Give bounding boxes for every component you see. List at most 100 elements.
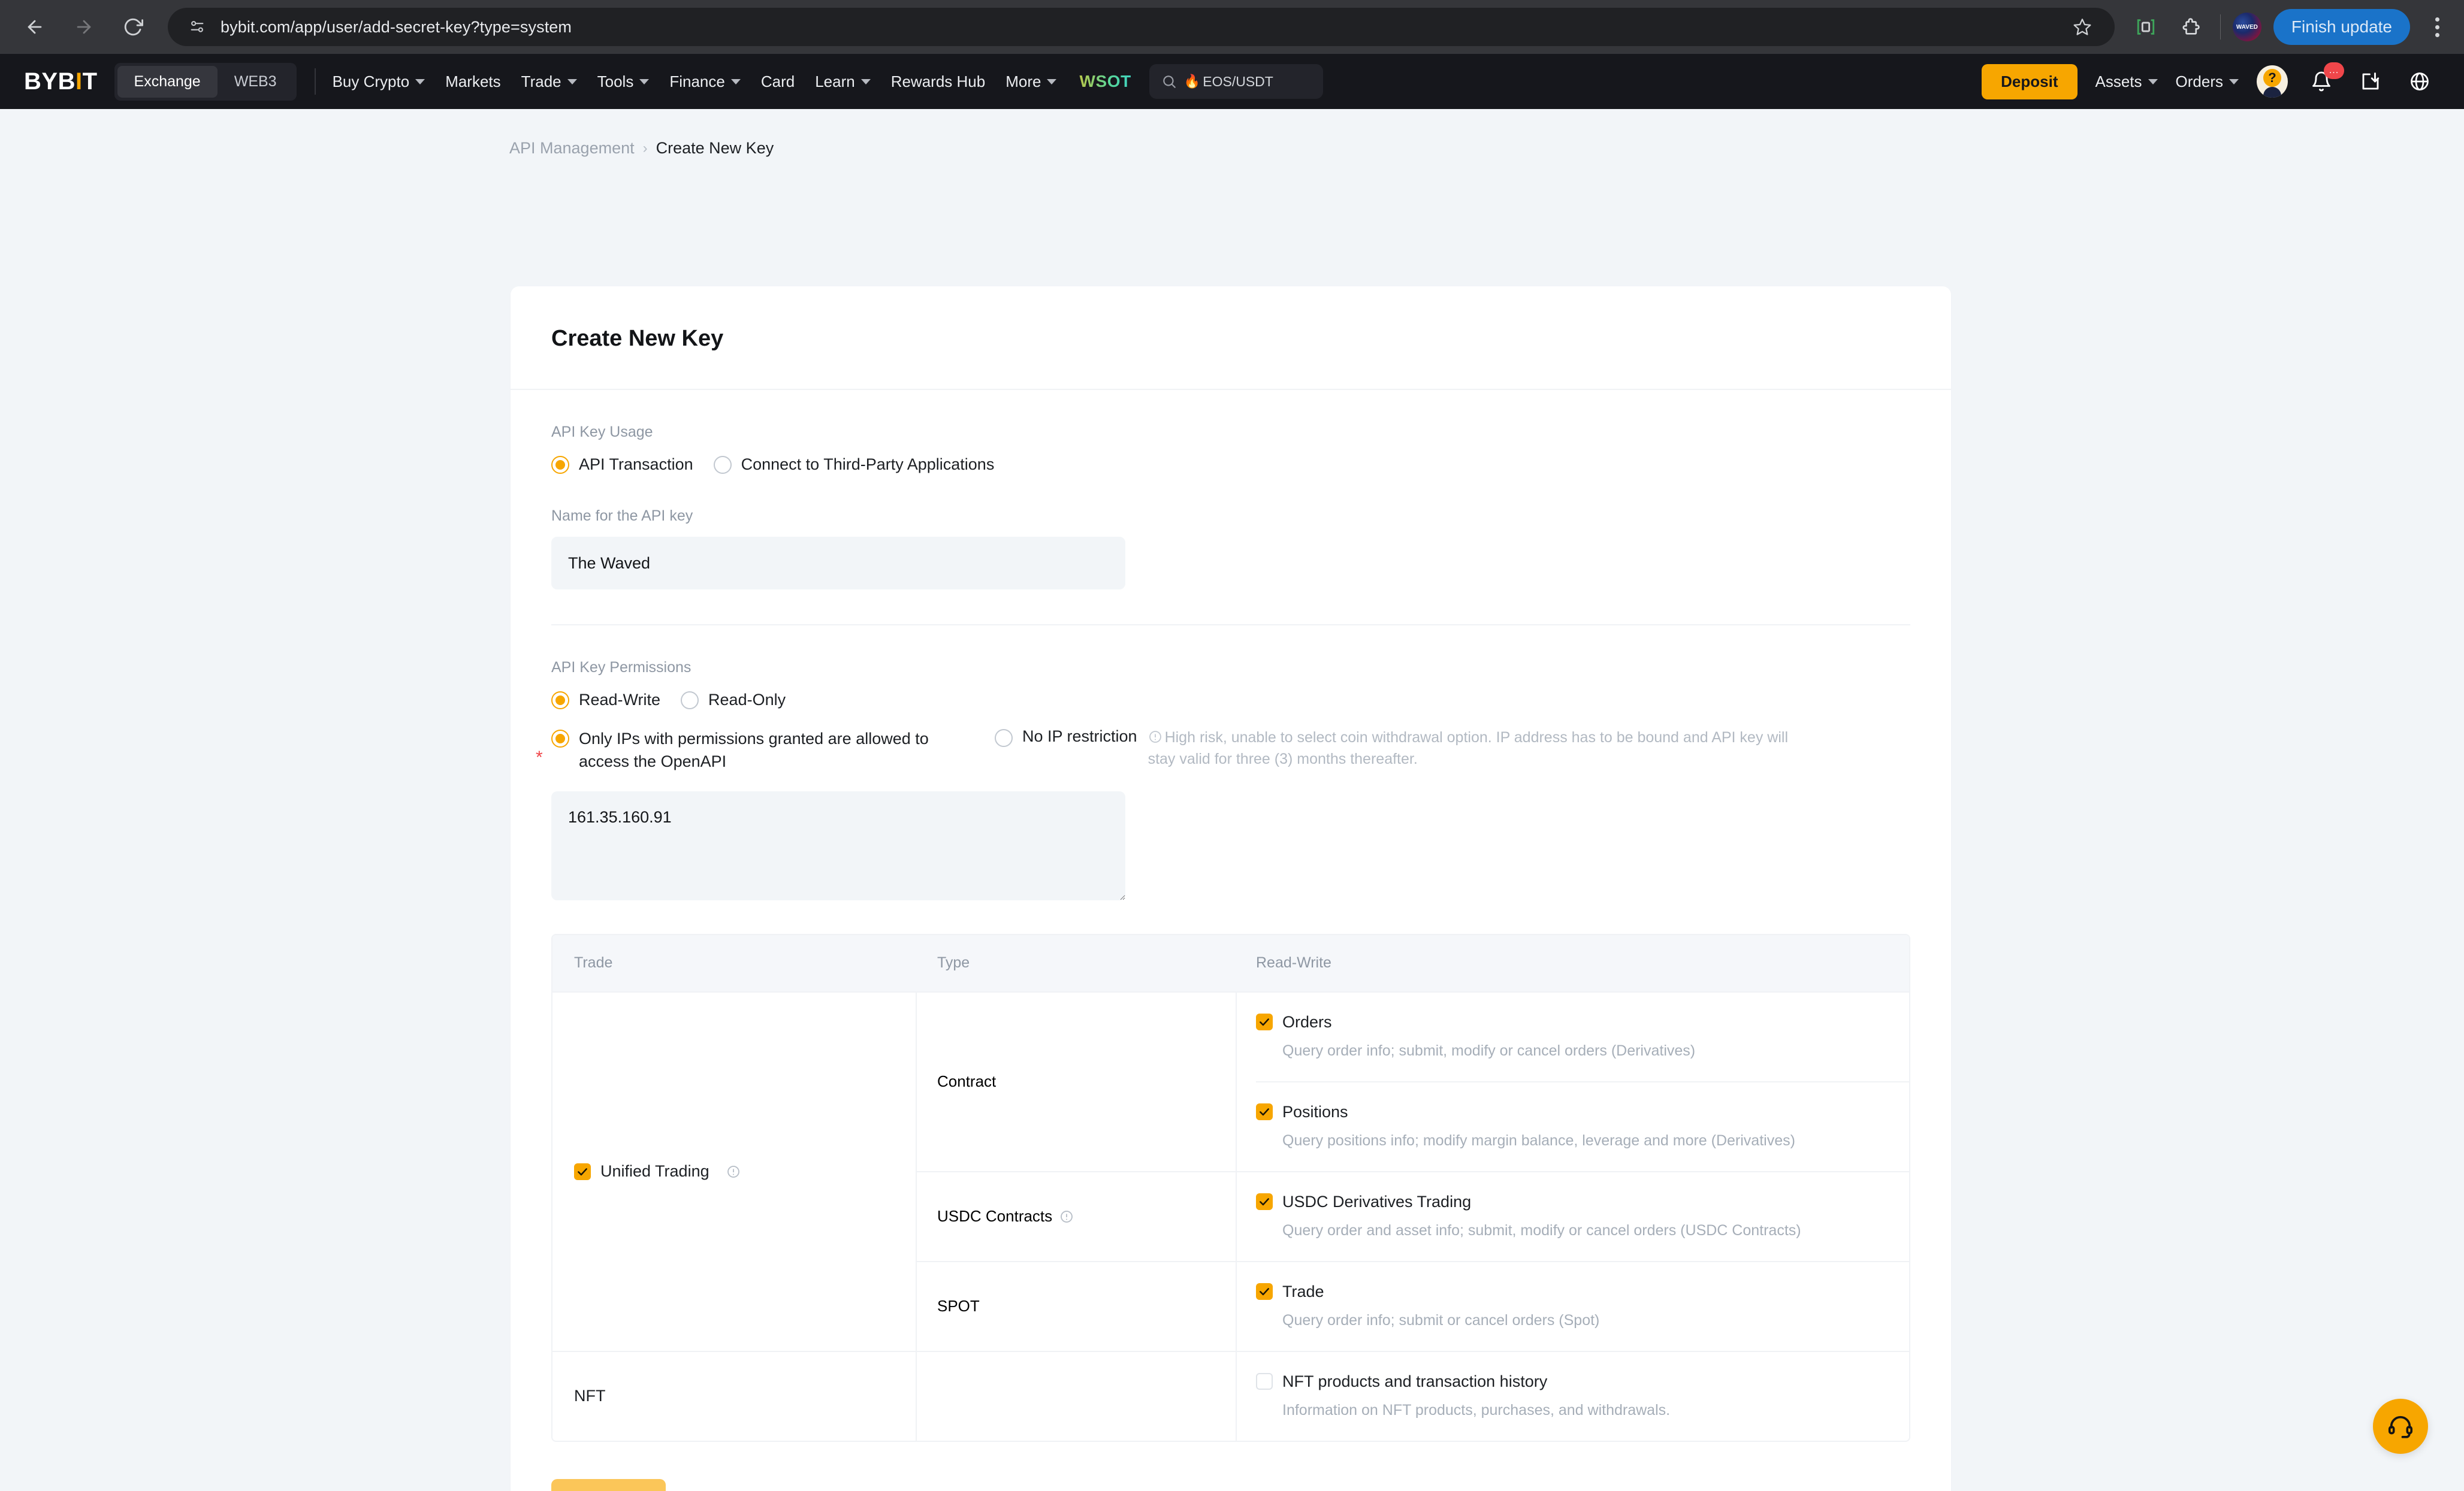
profile-avatar[interactable]: WAVED [2232, 13, 2261, 41]
type-label: USDC Contracts [937, 1207, 1053, 1226]
page-title: Create New Key [551, 326, 724, 351]
submit-button[interactable]: Submit [551, 1478, 666, 1491]
checkbox-trade[interactable]: Trade [1256, 1283, 1909, 1301]
radio-ip-restricted[interactable]: Only IPs with permissions granted are al… [551, 727, 995, 773]
nav-trade[interactable]: Trade [521, 72, 577, 91]
tab-exchange[interactable]: Exchange [117, 65, 218, 98]
radio-label: API Transaction [579, 455, 693, 473]
type-row-contract: Contract Orders Query order info; submit… [917, 992, 1909, 1172]
nav-markets[interactable]: Markets [445, 72, 500, 91]
support-chat-button[interactable] [2373, 1399, 2428, 1454]
deposit-button[interactable]: Deposit [1982, 63, 2078, 99]
nav-orders[interactable]: Orders [2176, 72, 2239, 91]
forward-arrow-icon[interactable] [61, 4, 107, 50]
nav-card[interactable]: Card [761, 72, 795, 91]
radio-indicator [681, 691, 699, 709]
radio-no-ip-restriction[interactable]: No IP restriction [995, 727, 1137, 747]
bybit-navbar: BYB I T Exchange WEB3 Buy Crypto Markets T… [0, 54, 2464, 109]
help-avatar-icon[interactable]: ? [2257, 65, 2288, 98]
toolbar-divider [2220, 14, 2221, 40]
logo-tail: T [82, 68, 98, 95]
radio-api-transaction[interactable]: API Transaction [551, 455, 693, 474]
bybit-logo[interactable]: BYB I T [24, 68, 98, 95]
nav-label: Assets [2095, 72, 2142, 90]
type-label: SPOT [937, 1297, 980, 1315]
permission-mode-group: Read-Write Read-Only [551, 691, 1910, 709]
nav-label: Markets [445, 72, 501, 90]
search-icon [1161, 74, 1177, 89]
breadcrumb-current: Create New Key [656, 139, 774, 157]
globe-language-icon[interactable] [2404, 66, 2435, 97]
market-search[interactable]: 🔥 EOS/USDT [1149, 64, 1323, 99]
extensions-puzzle-icon[interactable] [2175, 10, 2208, 44]
reload-icon[interactable] [110, 4, 156, 50]
table-row: Unified Trading Contract Orders Query or… [552, 991, 1909, 1351]
type-name-cell: SPOT [917, 1262, 1237, 1351]
headset-support-icon [2388, 1416, 2413, 1438]
nav-rewards-hub[interactable]: Rewards Hub [891, 72, 986, 91]
site-settings-icon[interactable] [183, 13, 211, 41]
checkbox-nft-products[interactable]: NFT products and transaction history [1256, 1372, 1909, 1391]
nav-label: Orders [2175, 72, 2223, 90]
nav-finance[interactable]: Finance [669, 72, 741, 91]
nav-buy-crypto[interactable]: Buy Crypto [333, 72, 425, 91]
address-bar[interactable]: bybit.com/app/user/add-secret-key?type=s… [168, 8, 2115, 46]
download-app-icon[interactable] [2355, 66, 2386, 97]
avatar-label: WAVED [2236, 23, 2258, 31]
back-arrow-icon[interactable] [12, 4, 58, 50]
nav-assets[interactable]: Assets [2095, 72, 2158, 91]
checkbox-orders[interactable]: Orders [1256, 1013, 1909, 1032]
checkbox-unified-trading[interactable]: Unified Trading [574, 1162, 741, 1181]
radio-label: Read-Write [579, 691, 661, 709]
nav-wsot[interactable]: WSOT [1079, 72, 1131, 91]
nav-tools[interactable]: Tools [597, 72, 650, 91]
checkbox-indicator [1256, 1193, 1273, 1211]
chevron-down-icon [730, 78, 741, 84]
permissions-table: Trade Type Read-Write Unified Trading Co… [551, 933, 1910, 1442]
star-icon[interactable] [2066, 10, 2099, 44]
logo-text: BYB [24, 68, 76, 95]
finish-update-button[interactable]: Finish update [2273, 9, 2410, 45]
column-header-type: Type [937, 954, 970, 972]
browser-toolbar: bybit.com/app/user/add-secret-key?type=s… [0, 0, 2464, 54]
radio-label: Connect to Third-Party Applications [741, 455, 995, 473]
permission-description: Information on NFT products, purchases, … [1282, 1401, 1671, 1419]
nav-more[interactable]: More [1005, 72, 1057, 91]
api-key-usage-label: API Key Usage [551, 424, 653, 440]
radio-indicator [551, 691, 569, 709]
checkbox-indicator [1256, 1373, 1273, 1390]
tab-web3[interactable]: WEB3 [218, 66, 294, 98]
flame-icon: 🔥 [1183, 74, 1201, 89]
help-avatar: ? [2257, 65, 2288, 98]
split-view-icon[interactable] [2129, 10, 2163, 44]
radio-indicator [713, 455, 732, 474]
radio-connect-third-party[interactable]: Connect to Third-Party Applications [713, 455, 995, 474]
chevron-down-icon [2148, 78, 2158, 84]
nav-label: Card [760, 72, 795, 90]
kebab-menu-icon[interactable] [2422, 10, 2452, 44]
nav-right-actions: Deposit Assets Orders ? ... [1982, 62, 2435, 99]
browser-actions: WAVED Finish update [2124, 9, 2452, 45]
permission-list: Orders Query order info; submit, modify … [1256, 993, 1909, 1171]
trade-group-unified: Unified Trading [552, 992, 917, 1351]
nav-label: Finance [669, 72, 725, 90]
ip-address-textarea[interactable]: 161.35.160.91 [551, 791, 1125, 900]
avatar-body [2263, 87, 2281, 98]
nav-learn[interactable]: Learn [815, 72, 871, 91]
checkbox-label: USDC Derivatives Trading [1282, 1192, 1472, 1211]
checkbox-usdc-derivatives-trading[interactable]: USDC Derivatives Trading [1256, 1193, 1909, 1211]
info-circle-icon[interactable] [726, 1165, 741, 1179]
api-key-name-input[interactable] [551, 537, 1125, 589]
radio-read-write[interactable]: Read-Write [551, 691, 660, 709]
chevron-down-icon [639, 78, 650, 84]
radio-read-only[interactable]: Read-Only [681, 691, 786, 709]
breadcrumb-api-management[interactable]: API Management [509, 139, 635, 158]
type-name-cell: Contract [917, 992, 1237, 1171]
notification-bell-icon[interactable]: ... [2306, 62, 2344, 97]
nav-label: Rewards Hub [890, 72, 986, 90]
info-circle-icon[interactable] [1059, 1209, 1074, 1224]
checkbox-label: Positions [1282, 1102, 1348, 1121]
chevron-down-icon [2229, 78, 2239, 84]
checkbox-indicator [1256, 1283, 1273, 1301]
checkbox-positions[interactable]: Positions [1256, 1103, 1909, 1121]
